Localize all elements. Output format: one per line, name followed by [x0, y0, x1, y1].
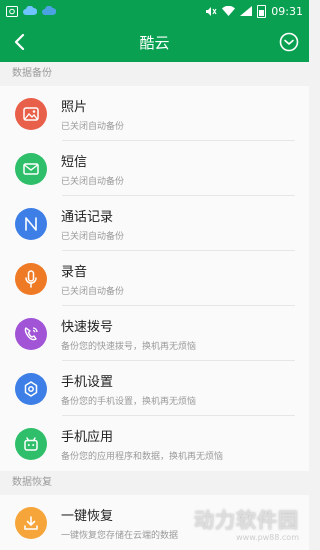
item-label: 录音 [61, 264, 88, 280]
item-subtitle: 备份您的手机设置，换机再无烦恼 [61, 396, 197, 407]
app-bar: 酷云 [0, 22, 309, 62]
content-area: 数据备份 照片 已关闭自动备份 短信 已关闭自动备份 通话记录 已关闭自动备份 … [0, 62, 309, 550]
item-label: 手机应用 [61, 429, 114, 445]
status-bar: 09:31 [0, 0, 309, 22]
wifi-icon [222, 6, 236, 16]
list-item-one-click-restore[interactable]: 一键恢复 一键恢复您存储在云端的数据 [0, 495, 309, 550]
item-subtitle: 一键恢复您存储在云端的数据 [61, 530, 179, 541]
item-label: 一键恢复 [61, 508, 114, 524]
backup-list: 照片 已关闭自动备份 短信 已关闭自动备份 通话记录 已关闭自动备份 录音 已关… [0, 86, 309, 471]
speed-dial-icon [15, 317, 47, 350]
item-label: 手机设置 [61, 374, 114, 390]
photo-icon [15, 97, 47, 130]
mute-icon [205, 6, 217, 17]
back-arrow-icon[interactable] [8, 30, 32, 54]
item-subtitle: 已关闭自动备份 [61, 176, 125, 187]
item-subtitle: 备份您的快速拨号，换机再无烦恼 [61, 341, 197, 352]
status-time: 09:31 [271, 4, 303, 18]
call-log-icon [15, 207, 47, 240]
list-item-phone-apps[interactable]: 手机应用 备份您的应用程序和数据，换机再无烦恼 [0, 416, 309, 471]
item-subtitle: 已关闭自动备份 [61, 286, 125, 297]
item-label: 照片 [61, 99, 88, 115]
microphone-icon [15, 262, 47, 295]
list-item-phone-settings[interactable]: 手机设置 备份您的手机设置，换机再无烦恼 [0, 361, 309, 416]
screenshot-icon [6, 5, 18, 17]
section-header-backup: 数据备份 [0, 62, 309, 86]
item-subtitle: 备份您的应用程序和数据，换机再无烦恼 [61, 451, 224, 462]
restore-list: 一键恢复 一键恢复您存储在云端的数据 [0, 495, 309, 550]
list-item-recording[interactable]: 录音 已关闭自动备份 [0, 251, 309, 306]
item-label: 快速拨号 [61, 319, 114, 335]
list-item-photos[interactable]: 照片 已关闭自动备份 [0, 86, 309, 141]
page-title: 酷云 [139, 33, 170, 52]
item-subtitle: 已关闭自动备份 [61, 121, 125, 132]
item-label: 通话记录 [61, 209, 114, 225]
cloud-icon [42, 6, 56, 16]
item-subtitle: 已关闭自动备份 [61, 231, 125, 242]
battery-icon [257, 4, 267, 18]
list-item-speed-dial[interactable]: 快速拨号 备份您的快速拨号，换机再无烦恼 [0, 306, 309, 361]
settings-gear-icon [15, 372, 47, 405]
section-header-restore: 数据恢复 [0, 471, 309, 495]
mail-icon [15, 152, 47, 185]
chevron-down-circle-icon[interactable] [277, 30, 301, 54]
item-label: 短信 [61, 154, 88, 170]
android-app-icon [15, 427, 47, 460]
list-item-call-log[interactable]: 通话记录 已关闭自动备份 [0, 196, 309, 251]
signal-icon [240, 6, 253, 16]
list-item-sms[interactable]: 短信 已关闭自动备份 [0, 141, 309, 196]
download-restore-icon [15, 506, 47, 539]
cloud-icon [23, 6, 37, 16]
